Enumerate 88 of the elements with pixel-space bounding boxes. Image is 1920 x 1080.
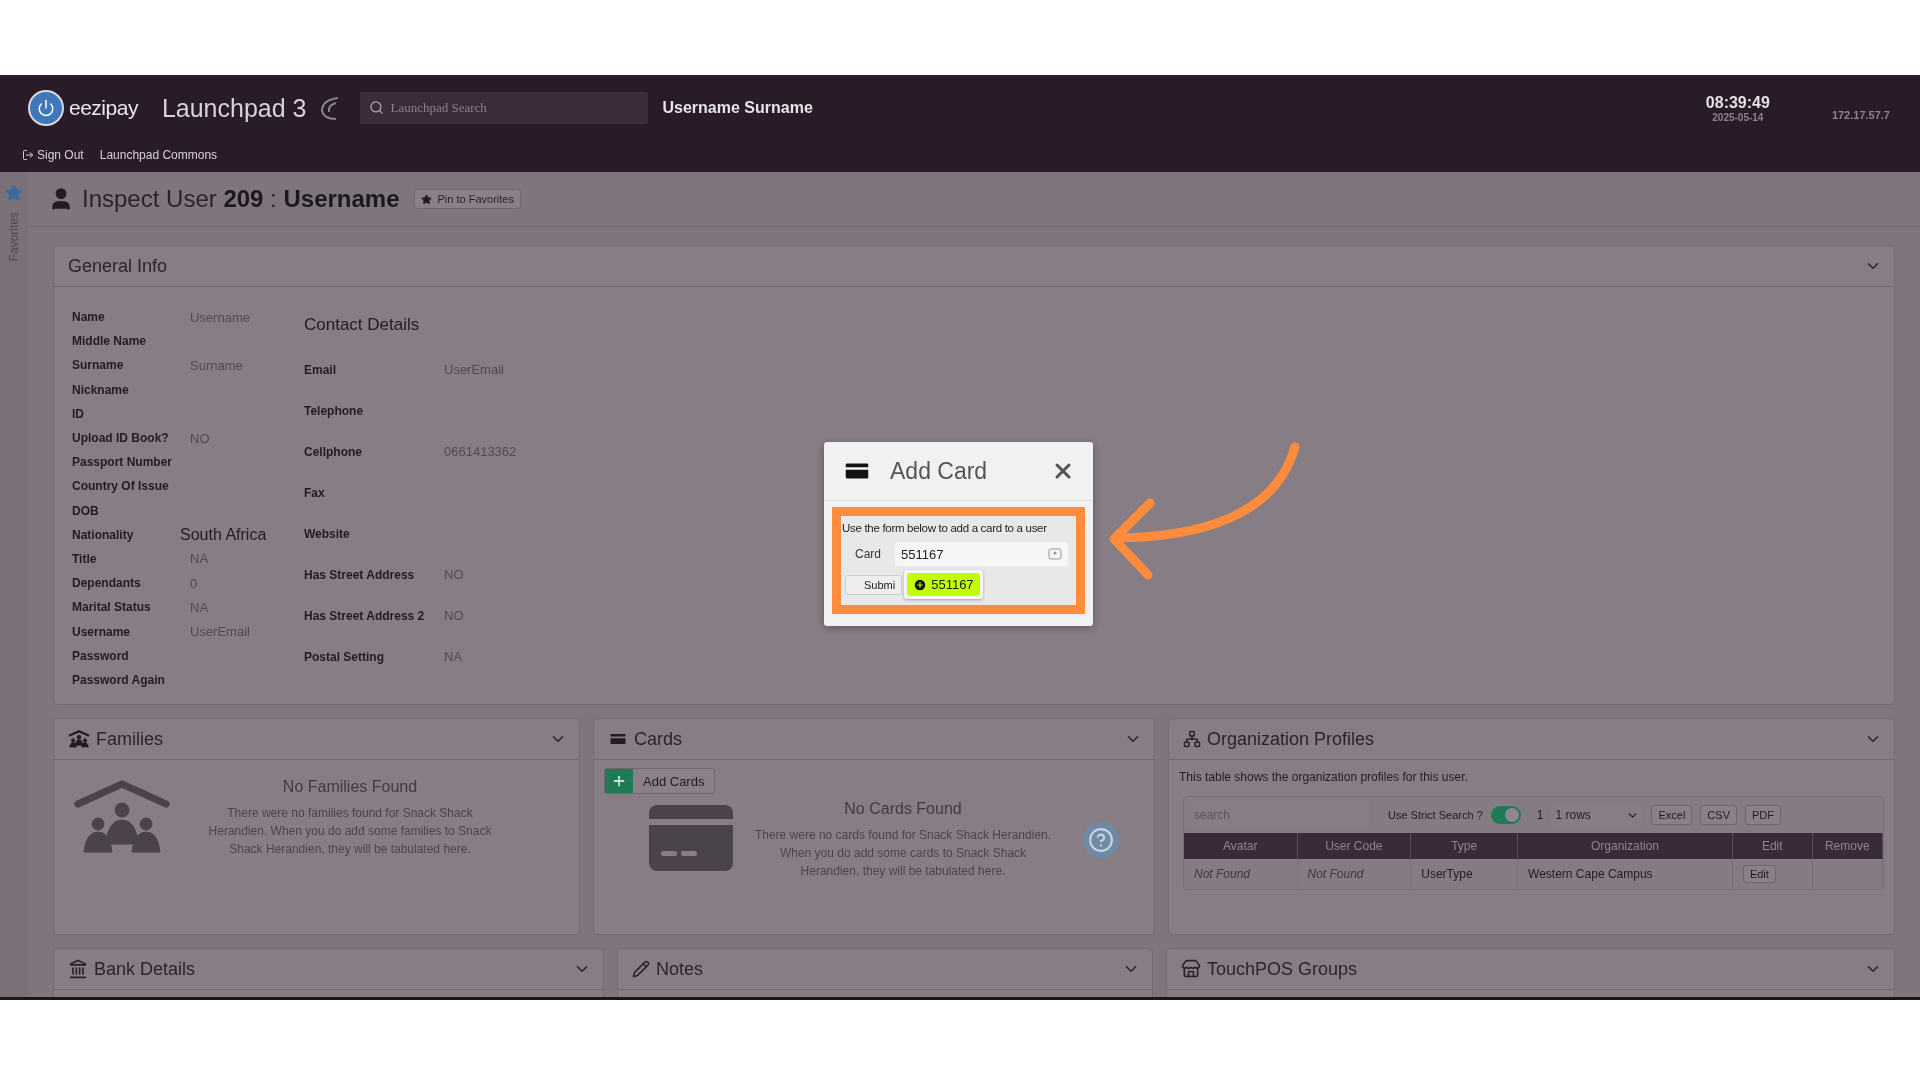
user-name: Username Surname [662,99,813,117]
family-icon [74,780,170,856]
table-cell: UserType [1410,859,1518,889]
app-title: Launchpad 3 [161,93,307,123]
clock-date: 2025-05-14 [1712,111,1764,123]
field-label: Password Again [72,672,166,687]
section-title: Contact Details [304,315,421,335]
table-cell: Not Found [1184,859,1297,889]
submit-button[interactable]: Submi [845,574,903,595]
empty-title: No Families Found [282,778,418,796]
panel-title: Notes [656,958,704,980]
field-label: Fax [304,485,326,500]
strict-search-toggle[interactable] [1490,806,1521,824]
panel-title: TouchPOS Groups [1207,958,1358,980]
empty-message: There were no families found for Snack Shack Herandien. When you do add some families to Snack Shack Herandien, they will be tabulated here. [207,805,493,858]
field-label: Postal Setting [304,649,385,664]
panel-title: Families [96,728,163,750]
column-header: Edit [1732,833,1813,859]
field-label: Title [72,551,98,566]
panel-title: Bank Details [94,958,196,980]
field-label: Surname [72,358,125,373]
instruction-text: Use the form below to add a card to a user [841,522,1048,534]
field-label: Passport Number [72,455,174,470]
field-label: Email [304,362,337,377]
help-icon[interactable] [1083,822,1119,858]
field-label: Username [72,624,132,639]
field-value: South Africa [180,525,268,544]
star-icon [420,193,432,205]
column-header: Avatar [1184,833,1297,859]
field-label: Dependants [72,576,142,591]
column-header: Organization [1517,833,1733,859]
panel-title: General Info [68,255,168,277]
star-icon[interactable] [5,184,23,202]
panel-title: Cards [634,728,682,750]
card-label: Card [855,547,881,561]
field-label: ID [72,406,85,421]
export-button[interactable]: CSV [1700,805,1737,825]
table-cell: Not Found [1297,859,1411,889]
field-label: Password [72,648,130,663]
field-label: Has Street Address 2 [304,608,426,623]
sign-out-icon [22,149,34,161]
table-cell: Western Cape Campus [1517,859,1733,889]
search-icon [369,100,385,115]
ip-address: 172.17.57.7 [1831,109,1890,121]
id-card-icon [1048,548,1062,560]
field-label: Cellphone [304,444,363,459]
top-link[interactable]: Launchpad Commons [99,148,218,162]
edit-button[interactable]: Edit [1742,865,1776,883]
column-header: Remove [1812,833,1883,859]
field-label: Website [304,526,351,541]
field-label: Country Of Issue [72,479,170,494]
export-button[interactable]: Excel [1651,805,1693,825]
field-label: DOB [72,503,100,518]
field-label: Middle Name [72,334,147,349]
row-count: 1 [1536,808,1544,822]
pin-to-favorites-button[interactable]: Pin to Favorites [413,189,521,209]
power-icon [28,90,64,126]
panel-description: This table shows the organization profiles for this user. [1179,770,1469,784]
logo-text: eezipay [69,96,138,120]
plus-icon [611,773,627,789]
search-field[interactable]: Launchpad Search [360,92,649,124]
page-title: Inspect User 209 : Username [82,185,400,213]
card-suggestion[interactable]: 551167 [907,573,980,596]
pencil-icon [632,960,650,978]
bank-icon [68,959,88,979]
hierarchy-icon [1183,730,1201,748]
add-cards-button[interactable]: Add Cards [604,768,716,794]
plus-circle-icon [913,577,928,592]
card-icon [649,805,733,871]
field-label: Has Street Address [304,567,416,582]
field-label: Name [72,310,106,325]
strict-search-label: Use Strict Search ? [1388,809,1483,821]
empty-title: No Cards Found [844,800,962,818]
field-label: Telephone [304,403,365,418]
family-icon [68,730,90,748]
column-header: User Code [1297,833,1411,859]
dialog-title: Add Card [890,457,988,485]
clock-time: 08:39:49 [1705,93,1770,112]
panel-title: Organization Profiles [1207,728,1375,750]
field-label: Nickname [72,382,130,397]
field-label: Marital Status [72,600,152,615]
card-input[interactable]: 551167 [895,542,1068,566]
field-label: Upload ID Book? [72,431,170,446]
column-header: Type [1410,833,1518,859]
empty-message: There were no cards found for Snack Shack Herandien. When you do add some cards to Snack Shack Herandien, they will be tabulated here. [753,827,1053,880]
store-icon [1181,959,1201,979]
top-link[interactable]: Sign Out [22,148,84,162]
export-button[interactable]: PDF [1745,805,1781,825]
